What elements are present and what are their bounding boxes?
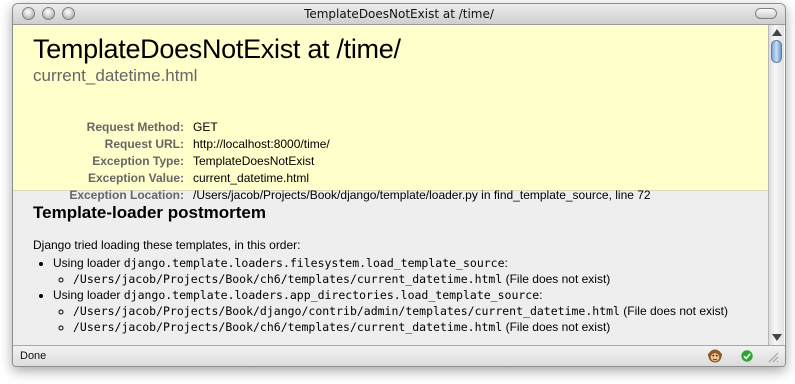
template-loader-postmortem: Template-loader postmortem Django tried … bbox=[13, 191, 768, 345]
loader-item: Using loader django.template.loaders.app… bbox=[53, 287, 768, 335]
error-summary: TemplateDoesNotExist at /time/ current_d… bbox=[13, 25, 768, 202]
file-status: (File does not exist) bbox=[619, 304, 729, 318]
meta-key: Exception Location: bbox=[69, 187, 184, 202]
meta-key: Request URL: bbox=[104, 136, 184, 151]
scroll-up-icon[interactable] bbox=[772, 29, 782, 36]
file-path: /Users/jacob/Projects/Book/django/contri… bbox=[73, 304, 620, 318]
meta-row-exception-location: Exception Location: /Users/jacob/Project… bbox=[13, 186, 651, 203]
meta-row-request-method: Request Method: GET bbox=[13, 118, 651, 135]
request-meta-table: Request Method: GET Request URL: http://… bbox=[13, 118, 651, 203]
loader-name: django.template.loaders.filesystem.load_… bbox=[123, 256, 505, 270]
file-item: /Users/jacob/Projects/Book/django/contri… bbox=[73, 303, 768, 319]
status-bar: Done bbox=[13, 345, 785, 366]
meta-key: Exception Type: bbox=[92, 153, 184, 168]
meta-row-request-url: Request URL: http://localhost:8000/time/ bbox=[13, 135, 651, 152]
file-status: (File does not exist) bbox=[502, 320, 611, 334]
meta-row-exception-value: Exception Value: current_datetime.html bbox=[13, 169, 651, 186]
browser-window: TemplateDoesNotExist at /time/ TemplateD… bbox=[12, 3, 786, 367]
loader-suffix: : bbox=[504, 256, 508, 270]
scrollbar-thumb[interactable] bbox=[771, 40, 782, 63]
meta-key: Exception Value: bbox=[87, 170, 184, 185]
file-path: /Users/jacob/Projects/Book/ch6/templates… bbox=[73, 320, 503, 334]
file-path: /Users/jacob/Projects/Book/ch6/templates… bbox=[73, 272, 503, 286]
page-viewport: TemplateDoesNotExist at /time/ current_d… bbox=[13, 25, 768, 345]
resize-grip-icon[interactable] bbox=[767, 351, 779, 363]
page-title: TemplateDoesNotExist at /time/ bbox=[33, 34, 401, 64]
loader-name: django.template.loaders.app_directories.… bbox=[123, 288, 540, 302]
file-list: /Users/jacob/Projects/Book/django/contri… bbox=[53, 303, 768, 335]
file-list: /Users/jacob/Projects/Book/ch6/templates… bbox=[53, 271, 768, 287]
meta-key: Request Method: bbox=[86, 119, 184, 134]
file-status: (File does not exist) bbox=[502, 272, 611, 286]
loader-prefix: Using loader bbox=[53, 256, 124, 270]
meta-value: current_datetime.html bbox=[193, 170, 310, 185]
meta-value: TemplateDoesNotExist bbox=[193, 153, 315, 168]
file-item: /Users/jacob/Projects/Book/ch6/templates… bbox=[73, 271, 768, 287]
loader-list: Using loader django.template.loaders.fil… bbox=[33, 255, 768, 335]
window-title: TemplateDoesNotExist at /time/ bbox=[304, 7, 494, 21]
postmortem-intro: Django tried loading these templates, in… bbox=[33, 238, 301, 252]
loader-item: Using loader django.template.loaders.fil… bbox=[53, 255, 768, 287]
toolbar-toggle-icon[interactable] bbox=[755, 8, 777, 19]
scroll-down-icon[interactable] bbox=[772, 334, 782, 341]
meta-value: GET bbox=[193, 119, 218, 134]
meta-value: /Users/jacob/Projects/Book/django/templa… bbox=[193, 187, 651, 202]
loader-prefix: Using loader bbox=[53, 288, 124, 302]
meta-value: http://localhost:8000/time/ bbox=[193, 136, 330, 151]
meta-row-exception-type: Exception Type: TemplateDoesNotExist bbox=[13, 152, 651, 169]
monkey-icon[interactable] bbox=[708, 349, 722, 363]
file-item: /Users/jacob/Projects/Book/ch6/templates… bbox=[73, 319, 768, 335]
vertical-scrollbar[interactable] bbox=[768, 25, 784, 345]
loader-suffix: : bbox=[539, 288, 543, 302]
check-icon[interactable] bbox=[741, 350, 753, 362]
status-text: Done bbox=[20, 350, 47, 362]
title-bar[interactable]: TemplateDoesNotExist at /time/ bbox=[13, 4, 785, 25]
postmortem-title: Template-loader postmortem bbox=[33, 203, 267, 222]
exception-subtitle: current_datetime.html bbox=[33, 66, 198, 85]
